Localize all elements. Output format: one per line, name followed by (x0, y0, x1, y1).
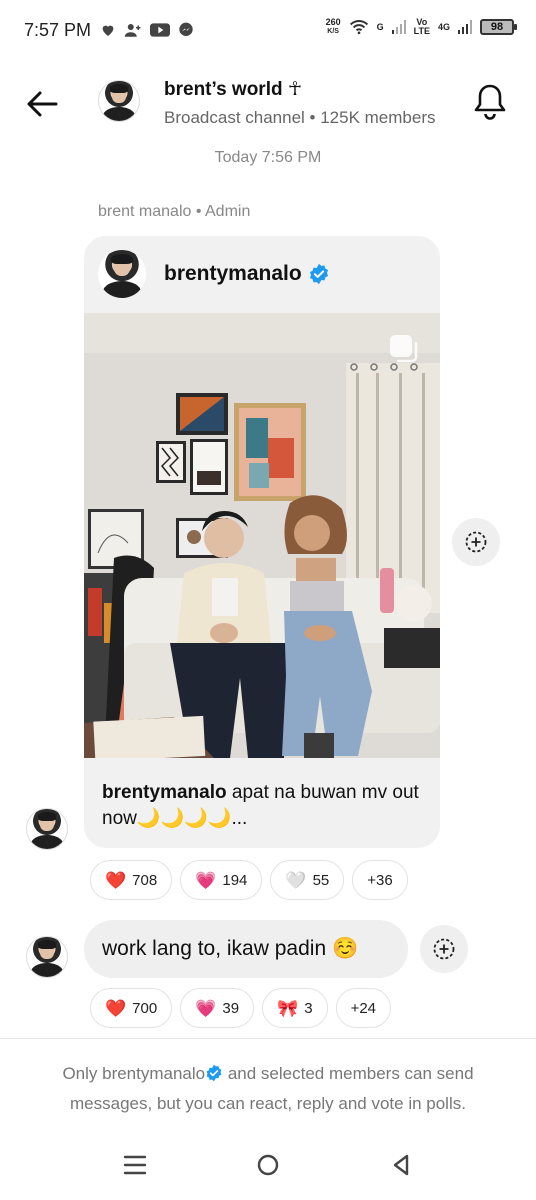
network-g: G (376, 21, 384, 32)
signal-icon-1 (391, 20, 406, 34)
home-icon[interactable] (253, 1150, 283, 1180)
reaction-count: 39 (222, 999, 240, 1017)
more-reactions-pill[interactable]: +36 (352, 860, 408, 900)
channel-title[interactable]: brent’s world ☥ (164, 78, 302, 101)
caption-username[interactable]: brentymanalo (102, 782, 227, 803)
reaction-count: 700 (132, 999, 158, 1017)
signal-icon-2 (458, 20, 472, 34)
data-speed-value: 260 (325, 17, 341, 27)
messenger-notification-icon (179, 22, 193, 36)
reaction-pill[interactable]: 🤍 55 (270, 860, 345, 900)
system-nav-bar (0, 1130, 536, 1200)
battery-indicator: 98 (480, 19, 517, 35)
reaction-pill[interactable]: 💗 194 (180, 860, 263, 900)
reaction-count: +24 (350, 999, 377, 1017)
wifi-icon (349, 20, 368, 35)
recents-icon[interactable] (120, 1150, 150, 1180)
arrow-left-icon[interactable] (22, 84, 62, 124)
back-nav-icon[interactable] (386, 1150, 416, 1180)
reaction-count: 55 (312, 871, 330, 889)
post-author[interactable]: brentymanalo (164, 262, 330, 286)
post-username[interactable]: brentymanalo (164, 262, 302, 286)
reaction-emoji: 🎀 (277, 998, 299, 1018)
reaction-emoji: 💗 (195, 870, 217, 890)
broadcast-notice: Only brentymanalo and selected members c… (0, 1038, 536, 1128)
post-photo[interactable] (84, 313, 440, 758)
reaction-pill[interactable]: ❤️ 708 (90, 860, 173, 900)
shared-post-card[interactable]: brentymanalo brentymanalo apat na buwan … (84, 236, 440, 848)
reaction-count: +36 (367, 871, 393, 889)
notice-prefix: Only brentymanalo (62, 1064, 206, 1083)
status-bar: 7:57 PM 260 K/S G Vo LTE 4G 98 (0, 0, 536, 60)
status-time: 7:57 PM (24, 20, 92, 40)
more-reactions-pill[interactable]: +24 (335, 988, 392, 1028)
reaction-count: 708 (132, 871, 158, 889)
post-reactions: ❤️ 708 💗 194 🤍 55 +36 (90, 860, 408, 900)
post-author-avatar[interactable] (98, 250, 146, 298)
verified-badge-icon (309, 263, 328, 285)
network-4g: 4G (437, 21, 450, 32)
message-bubble[interactable]: work lang to, ikaw padin ☺️ (84, 920, 408, 978)
message-timestamp: Today 7:56 PM (214, 149, 322, 166)
post-caption: brentymanalo apat na buwan mv out now🌙🌙🌙… (102, 780, 422, 832)
volte-bottom: LTE (413, 26, 430, 36)
message-reactions: ❤️ 700 💗 39 🎀 3 +24 (90, 988, 392, 1028)
verified-badge-icon (206, 1064, 222, 1082)
reaction-pill[interactable]: 🎀 3 (262, 988, 328, 1028)
carousel-icon (390, 335, 418, 363)
reaction-pill[interactable]: ❤️ 700 (90, 988, 173, 1028)
channel-avatar[interactable] (98, 80, 140, 122)
volte-indicator: Vo LTE (414, 18, 430, 36)
reaction-emoji: ❤️ (105, 870, 127, 890)
bell-icon[interactable] (472, 82, 508, 122)
reaction-emoji: 🤍 (285, 870, 307, 890)
channel-header: brent’s world ☥ Broadcast channel • 125K… (0, 70, 536, 140)
heart-notification-icon (102, 25, 114, 36)
message-text: work lang to, ikaw padin ☺️ (102, 937, 359, 960)
add-reaction-button-message[interactable] (420, 925, 468, 973)
reaction-count: 194 (222, 871, 248, 889)
channel-subtitle[interactable]: Broadcast channel • 125K members (164, 108, 436, 128)
add-reaction-button-post[interactable] (452, 518, 500, 566)
sender-avatar-post[interactable] (26, 808, 68, 850)
reaction-pill[interactable]: 💗 39 (180, 988, 255, 1028)
reaction-emoji: 💗 (195, 998, 217, 1018)
notification-icons (100, 22, 194, 38)
sender-avatar-message[interactable] (26, 936, 68, 978)
youtube-notification-icon (150, 23, 170, 37)
post-photo-illustration (84, 313, 440, 758)
add-person-notification-icon (124, 24, 141, 37)
notice-text: Only brentymanalo and selected members c… (30, 1059, 506, 1119)
data-speed-unit: K/S (327, 28, 339, 35)
reaction-count: 3 (304, 999, 313, 1017)
system-indicators: 260 K/S G Vo LTE 4G 98 (326, 18, 517, 36)
add-reaction-icon (465, 531, 487, 553)
sender-label: brent manalo • Admin (98, 203, 251, 220)
reaction-emoji: ❤️ (105, 998, 127, 1018)
data-speed: 260 K/S (326, 18, 341, 36)
add-reaction-icon (433, 938, 455, 960)
